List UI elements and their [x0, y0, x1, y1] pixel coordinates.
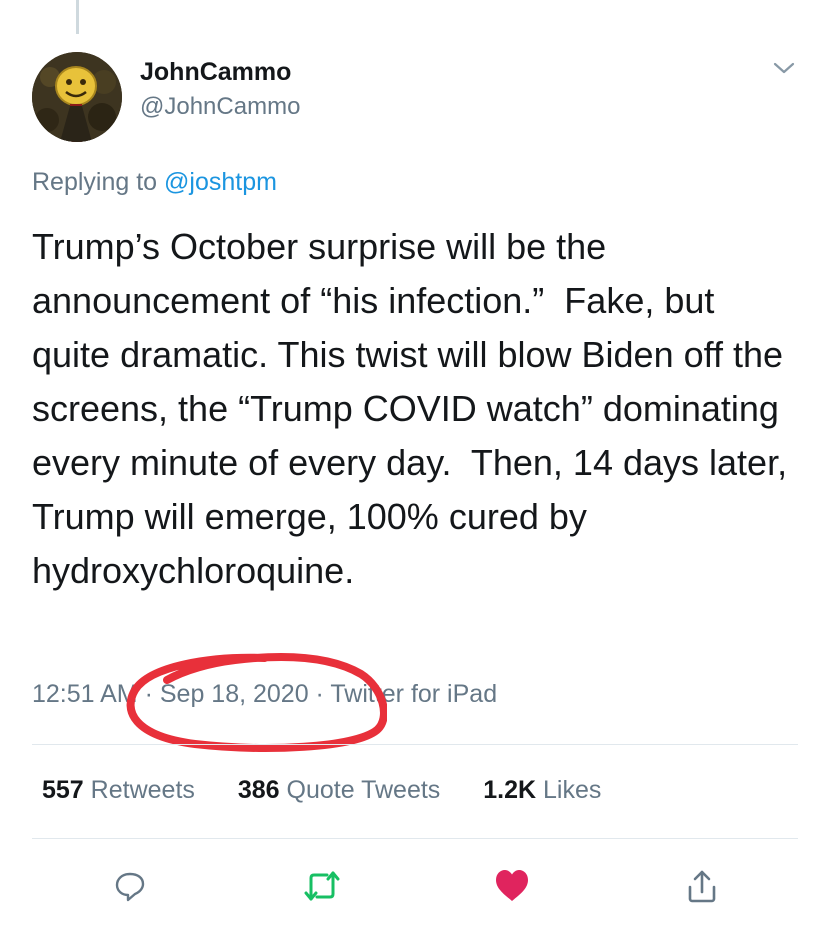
tweet-metadata: 12:51 AM · Sep 18, 2020 · Twitter for iP… [32, 680, 497, 709]
share-button[interactable] [678, 862, 726, 910]
meta-separator: · [308, 680, 331, 708]
replying-to-prefix: Replying to [32, 168, 165, 196]
replying-to: Replying to @joshtpm [32, 168, 277, 197]
tweet-source-link[interactable]: Twitter for iPad [330, 680, 497, 708]
likes-stat[interactable]: 1.2K Likes [483, 776, 601, 805]
quote-tweets-label: Quote Tweets [286, 776, 441, 804]
heart-icon [496, 870, 528, 901]
retweets-count: 557 [42, 776, 84, 804]
quote-tweets-count: 386 [237, 776, 280, 804]
likes-label: Likes [543, 776, 602, 804]
likes-count: 1.2K [483, 776, 537, 804]
divider [32, 838, 798, 839]
tweet-text: Trump’s October surprise will be the ann… [32, 226, 797, 591]
author-display-name[interactable]: JohnCammo [140, 58, 291, 87]
author-handle[interactable]: @JohnCammo [140, 93, 300, 121]
meta-separator: · [137, 680, 160, 708]
divider [32, 744, 798, 745]
reply-icon [115, 872, 145, 902]
retweets-stat[interactable]: 557 Retweets [42, 776, 195, 805]
retweets-label: Retweets [90, 776, 195, 804]
tweet-date[interactable]: Sep 18, 2020 [160, 680, 309, 708]
retweet-icon [304, 871, 340, 901]
reply-button[interactable] [106, 862, 154, 910]
thread-connector-line [76, 0, 79, 34]
tweet-actions-bar [0, 862, 828, 910]
author-avatar[interactable] [32, 52, 122, 142]
tweet-stats: 557 Retweets 386 Quote Tweets 1.2K Likes [42, 776, 637, 805]
tweet-time[interactable]: 12:51 AM [32, 680, 138, 708]
chevron-down-icon[interactable] [772, 56, 796, 80]
retweet-button[interactable] [298, 862, 346, 910]
replying-to-handle-link[interactable]: @joshtpm [164, 168, 277, 196]
quote-tweets-stat[interactable]: 386 Quote Tweets [238, 776, 440, 805]
share-icon [688, 870, 716, 903]
like-button[interactable] [488, 862, 536, 910]
